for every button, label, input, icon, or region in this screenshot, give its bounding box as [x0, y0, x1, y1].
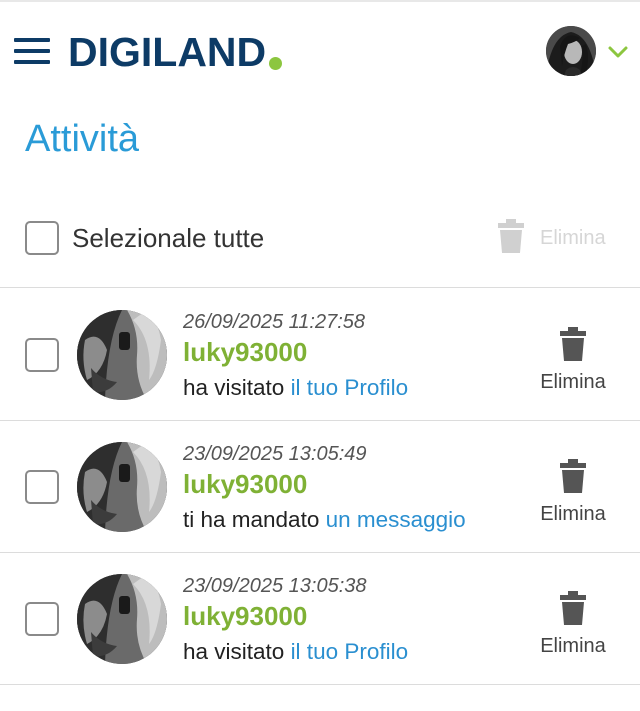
avatar[interactable] [77, 310, 167, 400]
notification-date: 26/09/2025 11:27:58 [183, 311, 366, 333]
chevron-down-icon[interactable] [606, 42, 630, 62]
select-all-row: Selezionale tutte Elimina [0, 200, 640, 288]
delete-label: Elimina [540, 503, 606, 525]
page-title: Attività [25, 118, 140, 160]
notification-link[interactable]: il tuo Profilo [291, 639, 409, 664]
notification-text: ha visitato il tuo Profilo [183, 639, 408, 665]
notification-action: ha visitato [183, 639, 291, 664]
notification-checkbox[interactable] [25, 602, 59, 636]
notification-action: ti ha mandato [183, 507, 326, 532]
notification-username[interactable]: luky93000 [183, 337, 307, 368]
delete-label: Elimina [540, 635, 606, 657]
notification-date: 23/09/2025 13:05:38 [183, 575, 367, 597]
notification-text: ha visitato il tuo Profilo [183, 375, 408, 401]
select-all-checkbox[interactable] [25, 221, 59, 255]
avatar[interactable] [77, 442, 167, 532]
delete-button[interactable]: Elimina [526, 591, 620, 661]
logo[interactable]: DIGILAND [68, 28, 283, 76]
delete-label: Elimina [540, 371, 606, 393]
notification-date: 23/09/2025 13:05:49 [183, 443, 367, 465]
notification-item: 23/09/2025 13:05:49 luky93000 ti ha mand… [0, 421, 640, 553]
notification-link[interactable]: un messaggio [326, 507, 466, 532]
trash-icon [560, 591, 586, 630]
notification-link[interactable]: il tuo Profilo [291, 375, 409, 400]
logo-text: DIGILAND [68, 28, 267, 75]
app-header: DIGILAND [0, 0, 640, 100]
trash-icon [560, 327, 586, 366]
menu-icon[interactable] [14, 38, 50, 64]
notification-item: 23/09/2025 13:05:38 luky93000 ha visitat… [0, 553, 640, 685]
notification-item: 26/09/2025 11:27:58 luky93000 ha visitat… [0, 289, 640, 421]
bulk-delete-label: Elimina [540, 226, 606, 249]
user-avatar[interactable] [546, 26, 596, 76]
delete-button[interactable]: Elimina [526, 327, 620, 397]
trash-icon [560, 459, 586, 498]
delete-button[interactable]: Elimina [526, 459, 620, 529]
notification-username[interactable]: luky93000 [183, 601, 307, 632]
notification-username[interactable]: luky93000 [183, 469, 307, 500]
notification-text: ti ha mandato un messaggio [183, 507, 466, 533]
avatar[interactable] [77, 574, 167, 664]
notification-checkbox[interactable] [25, 470, 59, 504]
logo-dot [269, 56, 283, 70]
bulk-delete-button: Elimina [498, 218, 606, 258]
select-all-label[interactable]: Selezionale tutte [72, 223, 264, 254]
notification-checkbox[interactable] [25, 338, 59, 372]
trash-icon [498, 218, 524, 258]
notification-action: ha visitato [183, 375, 291, 400]
